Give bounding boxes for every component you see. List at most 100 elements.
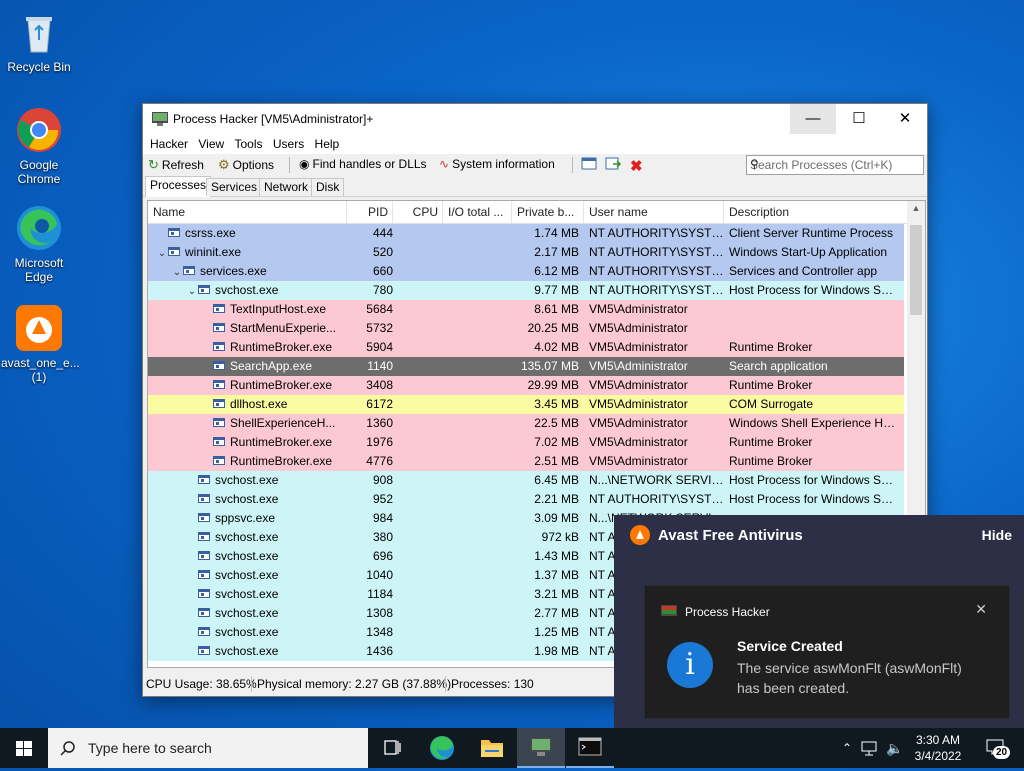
process-row[interactable]: ⌄ svchost.exe 780 9.77 MB NT AUTHORITY\SYSTE… — [148, 281, 904, 300]
taskbar-command-prompt-button[interactable] — [566, 728, 614, 768]
process-row[interactable]: SearchApp.exe 1140 135.07 MB VM5\Administra… — [148, 357, 904, 376]
find-handles-button[interactable]: ◉ Find handles or DLLs — [299, 157, 427, 171]
terminate-button[interactable]: ✖ — [630, 157, 643, 175]
process-row[interactable]: ⌄ services.exe 660 6.12 MB NT AUTHORITY\SYST… — [148, 262, 904, 281]
process-private-bytes: 20.25 MB — [527, 321, 579, 335]
scroll-up-icon[interactable]: ▲ — [907, 203, 925, 213]
process-name: sppsvc.exe — [215, 511, 276, 525]
gear-icon: ⚙ — [218, 157, 230, 172]
menu-bar: Hacker View Tools Users Help — [143, 134, 927, 154]
options-button[interactable]: ⚙ Options — [218, 157, 274, 173]
column-header-description[interactable]: Description — [724, 201, 904, 223]
process-row[interactable]: csrss.exe 444 1.74 MB NT AUTHORITY\SYSTEM Cl… — [148, 224, 904, 243]
desktop-icon-google-chrome[interactable]: Google Chrome — [1, 106, 77, 186]
expand-chevron-icon[interactable]: ⌄ — [171, 263, 183, 281]
column-header-user-name[interactable]: User name — [584, 201, 724, 223]
minimize-button[interactable]: — — [790, 104, 836, 134]
taskbar-process-hacker-button[interactable] — [517, 728, 565, 768]
process-row[interactable]: RuntimeBroker.exe 4776 2.51 MB VM5\Administ… — [148, 452, 904, 471]
toast-notification[interactable]: Process Hacker ✕ i Service Created The s… — [644, 585, 1010, 719]
notification-count-badge: 20 — [993, 746, 1011, 759]
toolbar: ↻ Refresh ⚙ Options ◉ Find handles or DL… — [143, 154, 927, 176]
taskbar-file-explorer-button[interactable] — [468, 728, 516, 768]
search-processes-input[interactable]: Search Processes (Ctrl+K) ⚲ — [746, 155, 924, 175]
clock-time: 3:30 AM — [915, 733, 961, 747]
column-header-private-bytes[interactable]: Private b... — [512, 201, 584, 223]
tab-processes[interactable]: Processes — [145, 176, 212, 197]
process-row[interactable]: StartMenuExperie... 5732 20.25 MB VM5\Admin… — [148, 319, 904, 338]
desktop-icon-recycle-bin[interactable]: Recycle Bin — [1, 8, 77, 74]
process-private-bytes: 4.02 MB — [534, 340, 579, 354]
process-name: svchost.exe — [215, 644, 279, 658]
process-row[interactable]: RuntimeBroker.exe 5904 4.02 MB VM5\Administ… — [148, 338, 904, 357]
taskbar-search-box[interactable]: Type here to search — [48, 728, 368, 768]
process-name-cell: svchost.exe — [148, 642, 347, 661]
process-icon — [213, 323, 225, 333]
tab-disk[interactable]: Disk — [311, 178, 345, 196]
menu-view[interactable]: View — [197, 134, 230, 151]
process-icon — [213, 399, 225, 409]
column-header-io-total[interactable]: I/O total ... — [443, 201, 512, 223]
process-description: Runtime Broker — [729, 378, 813, 392]
column-header-cpu[interactable]: CPU — [393, 201, 443, 223]
process-name-cell: svchost.exe — [148, 585, 347, 604]
process-user: VM5\Administrator — [589, 302, 688, 316]
process-row[interactable]: RuntimeBroker.exe 1976 7.02 MB VM5\Administ… — [148, 433, 904, 452]
desktop-icon-avast-installer[interactable]: avast_one_e... (1) — [1, 304, 80, 384]
process-description — [729, 319, 899, 338]
desktop-icon-microsoft-edge[interactable]: Microsoft Edge — [1, 204, 77, 284]
window-icon — [581, 157, 597, 170]
show-hidden-icons-button[interactable]: ⌃ — [838, 728, 856, 768]
column-header-pid[interactable]: PID — [347, 201, 393, 223]
folder-icon — [481, 740, 503, 757]
window-go-button[interactable] — [605, 157, 621, 170]
process-row[interactable]: svchost.exe 952 2.21 MB NT AUTHORITY\SYSTEM… — [148, 490, 904, 509]
taskbar-edge-button[interactable] — [418, 728, 466, 768]
menu-users[interactable]: Users — [272, 134, 310, 151]
process-row[interactable]: svchost.exe 908 6.45 MB N...\NETWORK SERVIC… — [148, 471, 904, 490]
volume-icon[interactable]: 🔈 — [884, 728, 906, 768]
window-icon-button[interactable] — [581, 157, 597, 170]
expand-chevron-icon[interactable]: ⌄ — [186, 282, 198, 300]
process-name: wininit.exe — [185, 245, 242, 259]
refresh-button[interactable]: ↻ Refresh — [148, 157, 204, 173]
process-row[interactable]: ShellExperienceH... 1360 22.5 MB VM5\Admini… — [148, 414, 904, 433]
column-header-row: Name PID CPU I/O total ... Private b... … — [148, 201, 925, 224]
menu-hacker[interactable]: Hacker — [149, 134, 194, 151]
toast-heading: Service Created — [737, 638, 843, 654]
process-private-bytes: 6.45 MB — [534, 473, 579, 487]
avast-header: Avast Free Antivirus — [630, 525, 803, 545]
process-row[interactable]: ⌄ wininit.exe 520 2.17 MB NT AUTHORITY\SYSTE… — [148, 243, 904, 262]
process-row[interactable]: TextInputHost.exe 5684 8.61 MB VM5\Administ… — [148, 300, 904, 319]
menu-help[interactable]: Help — [314, 134, 346, 151]
expand-chevron-icon[interactable]: ⌄ — [156, 244, 168, 262]
clock[interactable]: 3:30 AM 3/4/2022 — [908, 728, 968, 768]
process-row[interactable]: dllhost.exe 6172 3.45 MB VM5\Administrator C… — [148, 395, 904, 414]
process-name-cell: ShellExperienceH... — [148, 414, 347, 433]
scroll-thumb[interactable] — [910, 225, 922, 315]
process-icon — [213, 418, 225, 428]
tab-services[interactable]: Services — [206, 178, 263, 196]
close-button[interactable]: ✕ — [882, 104, 928, 134]
column-header-name[interactable]: Name — [148, 201, 347, 223]
cpu-usage: CPU Usage: 38.65% — [146, 677, 257, 691]
process-pid: 3408 — [366, 378, 393, 392]
network-icon[interactable] — [860, 728, 882, 768]
toast-close-button[interactable]: ✕ — [975, 601, 987, 618]
maximize-button[interactable]: ☐ — [836, 104, 882, 134]
title-bar[interactable]: Process Hacker [VM5\Administrator]+ — ☐ … — [143, 104, 927, 134]
start-button[interactable] — [0, 728, 48, 768]
process-hacker-icon — [152, 112, 168, 126]
process-private-bytes: 7.02 MB — [534, 435, 579, 449]
process-private-bytes: 1.43 MB — [534, 549, 579, 563]
task-view-button[interactable] — [368, 728, 416, 768]
process-icon — [198, 475, 210, 485]
action-center-button[interactable]: 20 — [976, 728, 1016, 768]
system-information-button[interactable]: ∿ System information — [439, 157, 555, 171]
avast-hide-button[interactable]: Hide — [982, 527, 1012, 543]
edge-icon — [430, 736, 454, 760]
menu-tools[interactable]: Tools — [234, 134, 269, 151]
tab-network[interactable]: Network — [259, 178, 314, 196]
process-name: RuntimeBroker.exe — [230, 340, 333, 354]
process-row[interactable]: RuntimeBroker.exe 3408 29.99 MB VM5\Adminis… — [148, 376, 904, 395]
